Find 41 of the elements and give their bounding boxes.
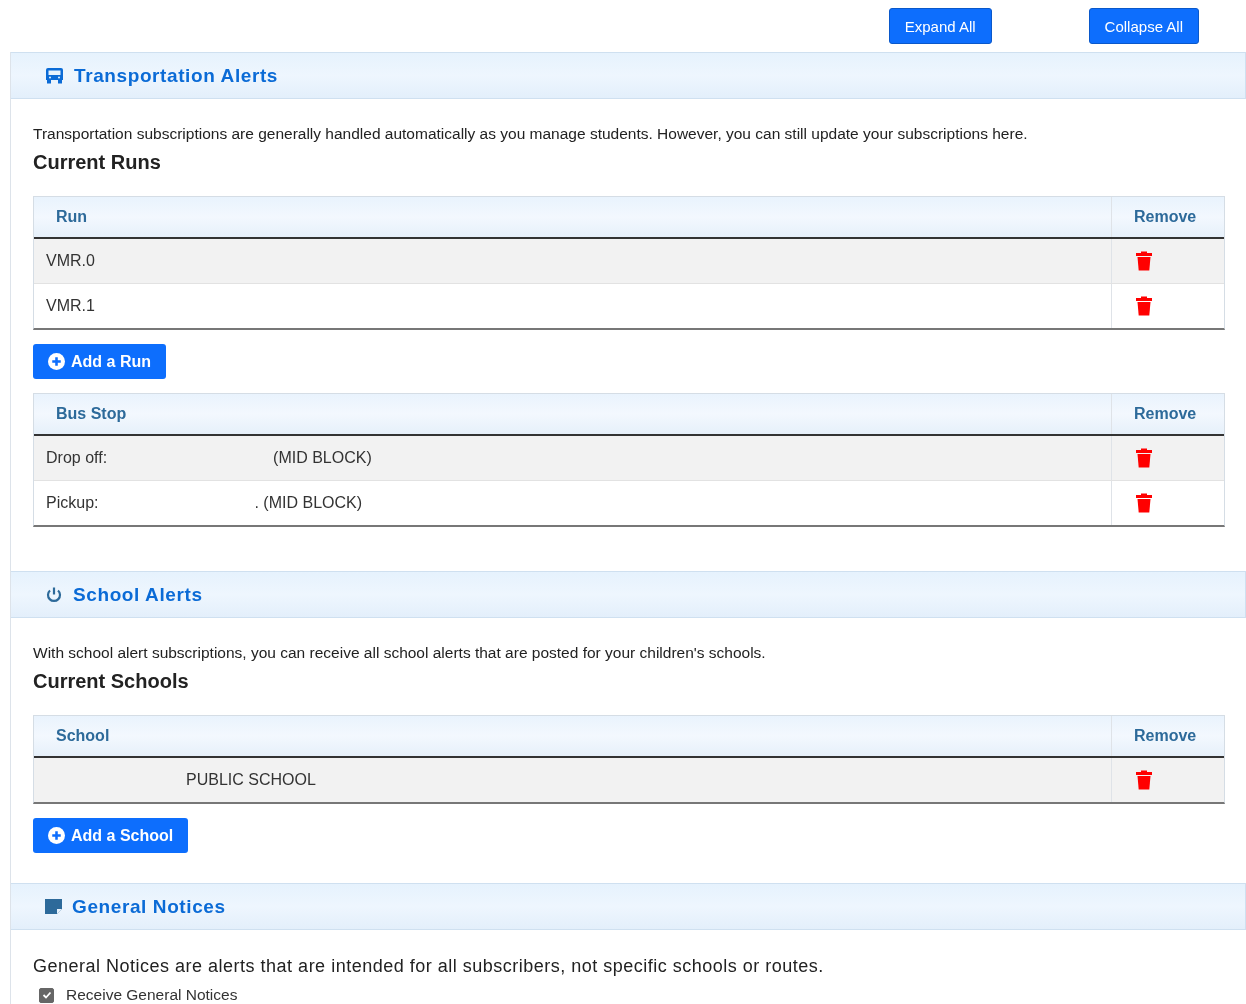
plus-circle-icon: [48, 827, 65, 844]
collapse-all-button[interactable]: Collapse All: [1088, 8, 1199, 44]
column-header: Remove: [1134, 208, 1197, 226]
note-icon: [45, 899, 62, 914]
row-label: Drop off:: [46, 449, 108, 467]
row-label: VMR.1: [46, 297, 95, 315]
expand-all-button[interactable]: Expand All: [888, 8, 992, 44]
add-button[interactable]: Add a Run: [33, 344, 166, 379]
trash-icon[interactable]: [1134, 770, 1154, 790]
subheading: Current Schools: [33, 670, 190, 693]
section-title: General Notices: [72, 895, 226, 918]
check-icon: [41, 990, 52, 1000]
bus-icon: [45, 67, 64, 84]
power-icon: [45, 585, 63, 604]
section-title: Transportation Alerts: [74, 64, 279, 87]
row-detail: (MID BLOCK): [273, 449, 372, 467]
section-header[interactable]: Transportation Alerts: [11, 52, 1246, 99]
section-header[interactable]: School Alerts: [11, 571, 1246, 618]
row-detail: PUBLIC SCHOOL: [186, 771, 316, 789]
row-label: Pickup:: [46, 494, 99, 512]
checkbox[interactable]: [39, 987, 54, 1003]
row-detail: . (MID BLOCK): [254, 494, 363, 512]
column-header: Run: [56, 208, 88, 226]
column-header: Bus Stop: [56, 405, 127, 423]
section-header[interactable]: General Notices: [11, 883, 1246, 930]
checkbox-label: Receive General Notices: [66, 986, 238, 1004]
add-button[interactable]: Add a School: [33, 818, 189, 853]
section-description: Transportation subscriptions are generally handled automatically as you manage students. However, you can still update your subscriptions here.: [33, 125, 1029, 143]
section-description: General Notices are alerts that are intended for all subscribers, not specific schools or routes.: [33, 956, 825, 977]
trash-icon[interactable]: [1134, 251, 1154, 271]
plus-circle-icon: [48, 353, 65, 370]
subheading: Current Runs: [33, 151, 162, 174]
row-label: VMR.0: [46, 252, 95, 270]
trash-icon[interactable]: [1134, 493, 1154, 513]
column-header: Remove: [1134, 727, 1197, 745]
section-title: School Alerts: [73, 583, 203, 606]
section-description: With school alert subscriptions, you can receive all school alerts that are posted for your children's schools.: [33, 644, 767, 662]
column-header: Remove: [1134, 405, 1197, 423]
trash-icon[interactable]: [1134, 448, 1154, 468]
column-header: School: [56, 727, 110, 745]
trash-icon[interactable]: [1134, 296, 1154, 316]
